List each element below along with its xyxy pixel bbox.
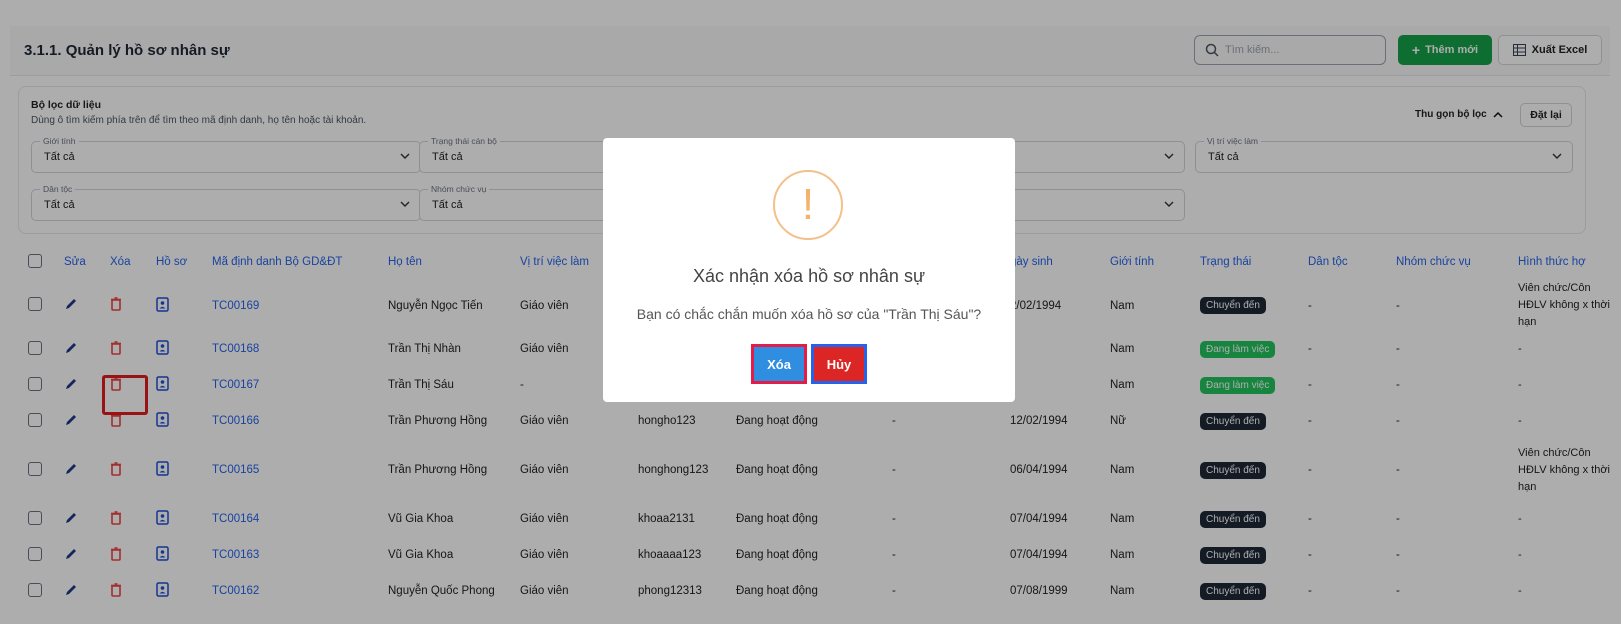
confirm-delete-button[interactable]: Xóa <box>751 344 807 384</box>
warning-icon: ! <box>773 170 843 240</box>
confirm-delete-dialog: ! Xác nhận xóa hồ sơ nhân sự Bạn có chắc… <box>603 138 1015 402</box>
dialog-title: Xác nhận xóa hồ sơ nhân sự <box>692 266 925 286</box>
dialog-message: Bạn có chắc chắn muốn xóa hồ sơ của "Trầ… <box>636 306 982 322</box>
cancel-button[interactable]: Hủy <box>811 344 867 384</box>
page: 3.1.1. Quản lý hồ sơ nhân sự Tìm kiếm...… <box>0 0 1621 624</box>
